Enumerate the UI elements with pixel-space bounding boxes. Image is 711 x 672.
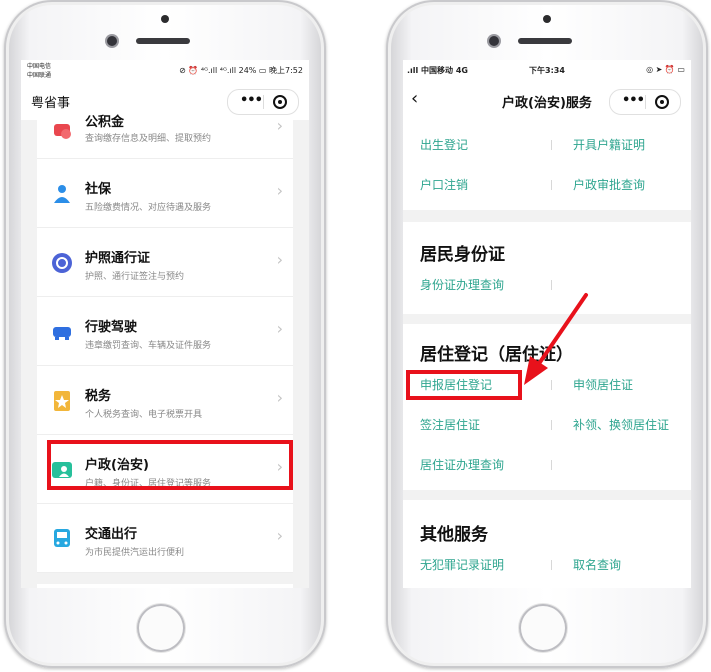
right-screen: .ıll 中国移动 4G 下午3:34 ◎ ➤ ⏰ ▭ ‹ 户政(治安)服务 •… bbox=[403, 60, 691, 588]
section-title: 居民身份证 bbox=[420, 245, 505, 265]
status-icons: ⊘ ⏰ ⁴ᴳ.ıll ⁴ᴳ.ıll 24% ▭ 晚上7:52 bbox=[179, 66, 303, 75]
close-miniprogram-icon[interactable] bbox=[273, 95, 287, 109]
link-divider bbox=[551, 140, 552, 150]
service-subtitle: 违章缴罚查询、车辆及证件服务 bbox=[85, 341, 212, 351]
link-residence-permit-query[interactable]: 居住证办理查询 bbox=[420, 456, 504, 473]
link-apply-residence-permit[interactable]: 申领居住证 bbox=[573, 376, 633, 393]
nav-bar: 粤省事 ••• bbox=[21, 80, 309, 120]
service-subtitle: 查询缴存信息及明细、提取预约 bbox=[85, 134, 212, 144]
left-screen: 中国电信 中国联通 ⊘ ⏰ ⁴ᴳ.ıll ⁴ᴳ.ıll 24% ▭ 晚上7:52… bbox=[21, 60, 309, 588]
front-sensor bbox=[543, 15, 551, 23]
more-icon[interactable]: ••• bbox=[240, 93, 263, 108]
link-divider bbox=[551, 420, 552, 430]
residence-section: 居住登记（居住证） 申报居住登记 申领居住证 签注居住证 补领、换领居住证 居住… bbox=[403, 324, 691, 490]
right-phone-frame: .ıll 中国移动 4G 下午3:34 ◎ ➤ ⏰ ▭ ‹ 户政(治安)服务 •… bbox=[386, 0, 708, 668]
service-title: 行驶驾驶 bbox=[85, 320, 138, 335]
fund-icon bbox=[54, 124, 71, 139]
front-camera bbox=[107, 36, 117, 46]
home-button[interactable] bbox=[519, 604, 567, 652]
next-card-edge bbox=[37, 584, 293, 588]
service-title: 税务 bbox=[85, 389, 112, 404]
link-divider bbox=[551, 180, 552, 190]
link-approval-query[interactable]: 户政审批查询 bbox=[573, 176, 645, 193]
link-id-query[interactable]: 身份证办理查询 bbox=[420, 276, 504, 293]
service-item-passport[interactable]: 护照通行证 护照、通行证签注与预约 › bbox=[37, 228, 293, 297]
service-item-social-security[interactable]: 社保 五险缴费情况、对应待遇及服务 › bbox=[37, 159, 293, 228]
link-criminal-record-certificate[interactable]: 无犯罪记录证明 bbox=[420, 556, 504, 573]
service-item-tax[interactable]: 税务 个人税务查询、电子税票开具 › bbox=[37, 366, 293, 435]
front-camera bbox=[489, 36, 499, 46]
nav-bar: ‹ 户政(治安)服务 ••• bbox=[403, 80, 691, 120]
link-household-cancellation[interactable]: 户口注销 bbox=[420, 176, 468, 193]
status-bar: .ıll 中国移动 4G 下午3:34 ◎ ➤ ⏰ ▭ bbox=[403, 60, 691, 80]
household-links-section: 出生登记 开具户籍证明 户口注销 户政审批查询 bbox=[403, 120, 691, 210]
more-icon[interactable]: ••• bbox=[622, 93, 645, 108]
left-phone-frame: 中国电信 中国联通 ⊘ ⏰ ⁴ᴳ.ıll ⁴ᴳ.ıll 24% ▭ 晚上7:52… bbox=[4, 0, 326, 668]
link-replace-residence-permit[interactable]: 补领、换领居住证 bbox=[573, 416, 669, 433]
earpiece-speaker bbox=[518, 38, 572, 44]
front-sensor bbox=[161, 15, 169, 23]
tax-icon bbox=[54, 391, 70, 411]
link-name-query[interactable]: 取名查询 bbox=[573, 556, 621, 573]
link-divider bbox=[551, 560, 552, 570]
miniprogram-capsule[interactable]: ••• bbox=[609, 89, 681, 115]
id-card-section: 居民身份证 身份证办理查询 bbox=[403, 222, 691, 314]
service-title: 护照通行证 bbox=[85, 251, 151, 266]
bus-icon bbox=[54, 529, 70, 547]
link-divider bbox=[551, 380, 552, 390]
passport-icon bbox=[52, 253, 72, 273]
service-item-vehicle[interactable]: 行驶驾驶 违章缴罚查询、车辆及证件服务 › bbox=[37, 297, 293, 366]
link-divider bbox=[551, 460, 552, 470]
service-list: 公积金 查询缴存信息及明细、提取预约 › 社保 五险缴费情况、对应待遇及服务 ›… bbox=[37, 115, 293, 573]
earpiece-speaker bbox=[136, 38, 190, 44]
capsule-divider bbox=[645, 95, 646, 109]
status-icons: ◎ ➤ ⏰ ▭ bbox=[646, 65, 685, 74]
car-icon bbox=[53, 327, 71, 340]
social-security-icon bbox=[54, 185, 70, 203]
chevron-right-icon: › bbox=[276, 388, 283, 407]
app-title: 粤省事 bbox=[31, 96, 71, 111]
home-button[interactable] bbox=[137, 604, 185, 652]
link-divider bbox=[551, 280, 552, 290]
highlight-household-item bbox=[47, 440, 293, 490]
service-subtitle: 为市民提供汽运出行便利 bbox=[85, 548, 185, 558]
service-subtitle: 五险缴费情况、对应待遇及服务 bbox=[85, 203, 212, 213]
status-bar: 中国电信 中国联通 ⊘ ⏰ ⁴ᴳ.ıll ⁴ᴳ.ıll 24% ▭ 晚上7:52 bbox=[21, 60, 309, 80]
other-services-section: 其他服务 无犯罪记录证明 取名查询 bbox=[403, 500, 691, 588]
carrier-label-2: 中国联通 bbox=[27, 72, 52, 79]
chevron-right-icon: › bbox=[276, 181, 283, 200]
highlight-declare-residence bbox=[406, 370, 522, 400]
section-title: 居住登记（居住证） bbox=[420, 345, 573, 365]
service-title: 社保 bbox=[85, 182, 112, 197]
miniprogram-capsule[interactable]: ••• bbox=[227, 89, 299, 115]
link-endorse-residence-permit[interactable]: 签注居住证 bbox=[420, 416, 480, 433]
service-subtitle: 护照、通行证签注与预约 bbox=[85, 272, 185, 282]
chevron-right-icon: › bbox=[276, 250, 283, 269]
capsule-divider bbox=[263, 95, 264, 109]
service-subtitle: 个人税务查询、电子税票开具 bbox=[85, 410, 203, 420]
service-item-fund[interactable]: 公积金 查询缴存信息及明细、提取预约 › bbox=[37, 115, 293, 159]
section-title: 其他服务 bbox=[420, 525, 488, 545]
service-item-transport[interactable]: 交通出行 为市民提供汽运出行便利 › bbox=[37, 504, 293, 573]
link-birth-registration[interactable]: 出生登记 bbox=[420, 136, 468, 153]
service-title: 公积金 bbox=[85, 115, 125, 130]
chevron-right-icon: › bbox=[276, 526, 283, 545]
link-household-certificate[interactable]: 开具户籍证明 bbox=[573, 136, 645, 153]
carrier-label: 中国电信 bbox=[27, 63, 52, 70]
chevron-right-icon: › bbox=[276, 116, 283, 135]
close-miniprogram-icon[interactable] bbox=[655, 95, 669, 109]
chevron-right-icon: › bbox=[276, 319, 283, 338]
service-title: 交通出行 bbox=[85, 527, 138, 542]
